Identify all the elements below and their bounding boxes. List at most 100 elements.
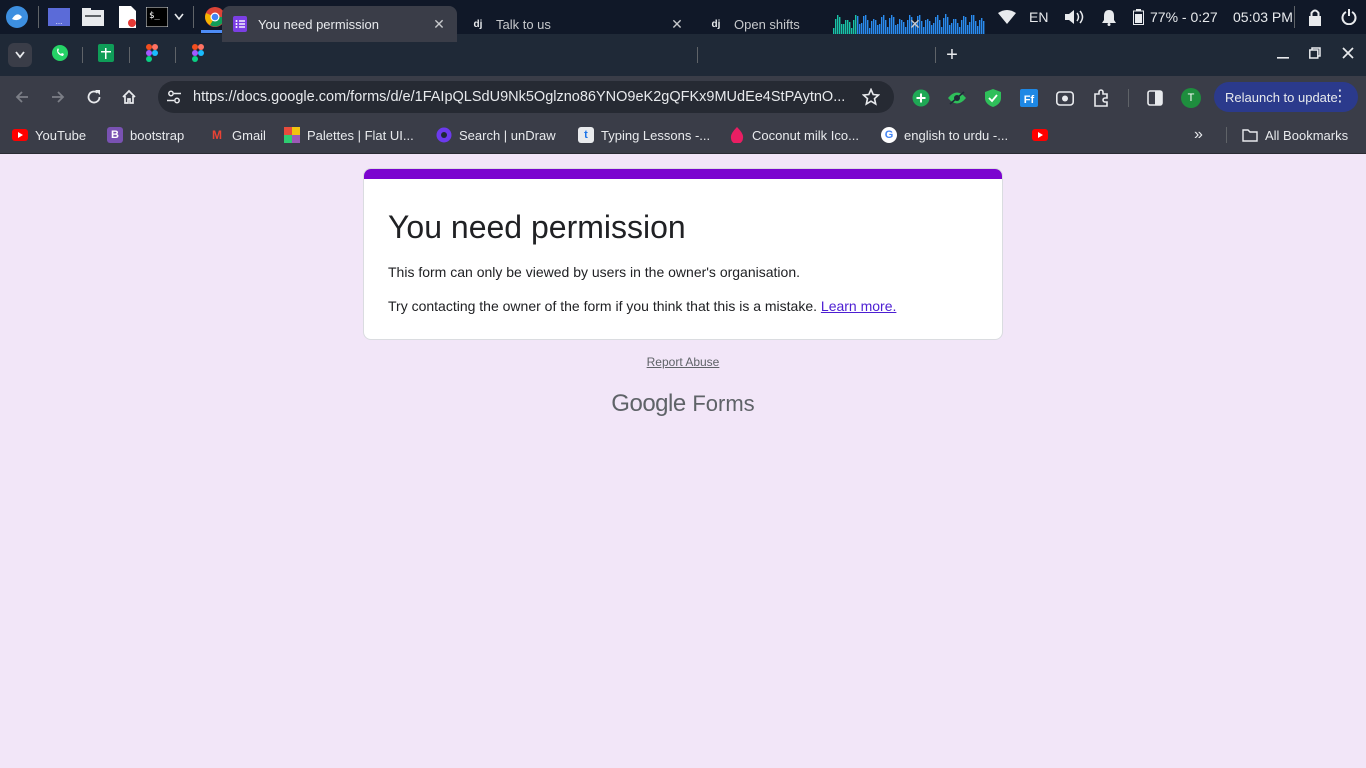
toolbar-divider: [1128, 89, 1129, 107]
figma-icon[interactable]: [142, 43, 162, 63]
whatsapp-icon[interactable]: [50, 43, 70, 63]
bookmark-youtube-2[interactable]: [1032, 118, 1055, 152]
bookmark-label: Gmail: [232, 127, 266, 143]
figma-icon[interactable]: [188, 43, 208, 63]
close-tab-icon[interactable]: ✕: [431, 16, 447, 33]
clock[interactable]: 05:03 PM: [1233, 0, 1293, 34]
youtube-icon: [12, 127, 28, 143]
bookmark-typing-lessons[interactable]: t Typing Lessons -...: [578, 118, 710, 152]
all-bookmarks-label: All Bookmarks: [1265, 127, 1349, 143]
minimize-icon[interactable]: [1272, 44, 1294, 66]
tab-divider: [935, 47, 936, 63]
django-icon: dj: [473, 18, 483, 30]
file-manager-icon[interactable]: [81, 5, 105, 29]
restore-icon[interactable]: [1304, 44, 1326, 66]
chevron-down-icon[interactable]: [170, 5, 188, 29]
taskbar-divider: [1294, 6, 1295, 28]
google-icon: G: [881, 127, 897, 143]
taskbar-divider: [193, 6, 194, 28]
wifi-icon[interactable]: [995, 5, 1019, 29]
report-abuse-link[interactable]: Report Abuse: [0, 355, 1366, 369]
tab-divider: [697, 47, 698, 63]
address-bar[interactable]: https://docs.google.com/forms/d/e/1FAIpQ…: [158, 81, 894, 113]
tab-divider: [82, 47, 83, 63]
bookmark-youtube[interactable]: YouTube: [12, 118, 86, 152]
terminal-icon[interactable]: $_: [145, 5, 169, 29]
close-tab-icon[interactable]: ✕: [669, 16, 685, 33]
bookmark-label: Search | unDraw: [459, 127, 556, 143]
taskbar-divider: [38, 6, 39, 28]
relaunch-to-update-button[interactable]: Relaunch to update ⋮: [1214, 82, 1358, 112]
text-editor-icon[interactable]: [115, 5, 139, 29]
youtube-icon: [1032, 127, 1048, 143]
new-tab-button[interactable]: +: [941, 44, 963, 66]
eye-extension-icon[interactable]: [947, 88, 967, 108]
start-menu-icon[interactable]: [5, 5, 29, 29]
bookmark-coconut-milk[interactable]: Coconut milk Ico...: [729, 118, 859, 152]
keyboard-language[interactable]: EN: [1029, 0, 1048, 34]
more-bookmarks-chevron-icon[interactable]: »: [1194, 118, 1203, 152]
folder-icon: [1242, 127, 1258, 143]
bookmark-star-icon[interactable]: [861, 87, 881, 111]
forms-icon: [233, 16, 247, 32]
side-panel-icon[interactable]: [1145, 88, 1165, 108]
tab-talk-to-us[interactable]: dj Talk to us ✕: [460, 6, 695, 42]
bookmark-label: bootstrap: [130, 127, 185, 143]
fonts-extension-icon[interactable]: Ff: [1019, 88, 1039, 108]
battery-status: 77% - 0:27: [1150, 9, 1218, 25]
site-info-icon[interactable]: [166, 89, 182, 110]
sheets-icon[interactable]: [96, 43, 116, 63]
bookmark-label: YouTube: [35, 127, 87, 143]
svg-text:Ff: Ff: [1024, 94, 1035, 106]
tab-open-shifts[interactable]: dj Open shifts ✕: [698, 6, 933, 42]
contact-owner-message: Try contacting the owner of the form if …: [388, 298, 896, 314]
django-icon: dj: [711, 18, 721, 30]
reload-icon[interactable]: [82, 85, 106, 109]
bookmark-label: Typing Lessons -...: [601, 127, 711, 143]
lock-icon[interactable]: [1303, 5, 1327, 29]
extensions-puzzle-icon[interactable]: [1091, 88, 1111, 108]
all-bookmarks-button[interactable]: All Bookmarks: [1242, 118, 1348, 152]
tab-title: Open shifts: [734, 16, 800, 32]
battery-icon[interactable]: [1129, 5, 1147, 29]
shield-extension-icon[interactable]: [983, 88, 1003, 108]
back-icon[interactable]: [10, 85, 34, 109]
notification-bell-icon[interactable]: [1097, 5, 1121, 29]
bookmarks-bar: YouTube B bootstrap M Gmail Palettes | F…: [0, 118, 1366, 154]
tab-you-need-permission[interactable]: You need permission ✕: [222, 6, 457, 42]
bookmark-bootstrap[interactable]: B bootstrap: [107, 118, 184, 152]
screenshot-extension-icon[interactable]: [1055, 88, 1075, 108]
tab-search-chevron-icon[interactable]: [8, 43, 32, 67]
power-icon[interactable]: [1337, 5, 1361, 29]
add-extension-icon[interactable]: [911, 88, 931, 108]
card-accent-bar: [364, 169, 1002, 179]
google-forms-logo: Google Forms: [0, 390, 1366, 418]
home-icon[interactable]: [117, 85, 141, 109]
more-menu-icon[interactable]: ⋮: [1332, 82, 1348, 112]
desktop-icon[interactable]: ...: [47, 5, 71, 29]
profile-avatar[interactable]: T: [1181, 88, 1201, 108]
bookmark-english-to-urdu[interactable]: G english to urdu -...: [881, 118, 1008, 152]
tab-divider: [129, 47, 130, 63]
svg-text:$_: $_: [149, 11, 160, 21]
bookmark-undraw[interactable]: Search | unDraw: [436, 118, 556, 152]
profile-initial: T: [1181, 88, 1201, 108]
bookmarks-divider: [1226, 127, 1227, 143]
svg-text:...: ...: [56, 17, 63, 26]
learn-more-link[interactable]: Learn more.: [821, 298, 896, 314]
typing-icon: t: [578, 127, 594, 143]
permission-message: This form can only be viewed by users in…: [388, 264, 800, 280]
tab-title: You need permission: [258, 16, 379, 32]
volume-icon[interactable]: [1062, 5, 1086, 29]
forward-icon[interactable]: [46, 85, 70, 109]
close-window-icon[interactable]: [1337, 44, 1359, 66]
relaunch-label: Relaunch to update: [1225, 89, 1338, 105]
tab-divider: [175, 47, 176, 63]
permission-card: You need permission This form can only b…: [363, 168, 1003, 340]
bookmark-gmail[interactable]: M Gmail: [209, 118, 266, 152]
undraw-icon: [436, 127, 452, 143]
close-tab-icon[interactable]: ✕: [907, 16, 923, 33]
url-text[interactable]: https://docs.google.com/forms/d/e/1FAIpQ…: [193, 81, 858, 113]
gmail-icon: M: [212, 128, 222, 142]
bookmark-palettes[interactable]: Palettes | Flat UI...: [284, 118, 414, 152]
